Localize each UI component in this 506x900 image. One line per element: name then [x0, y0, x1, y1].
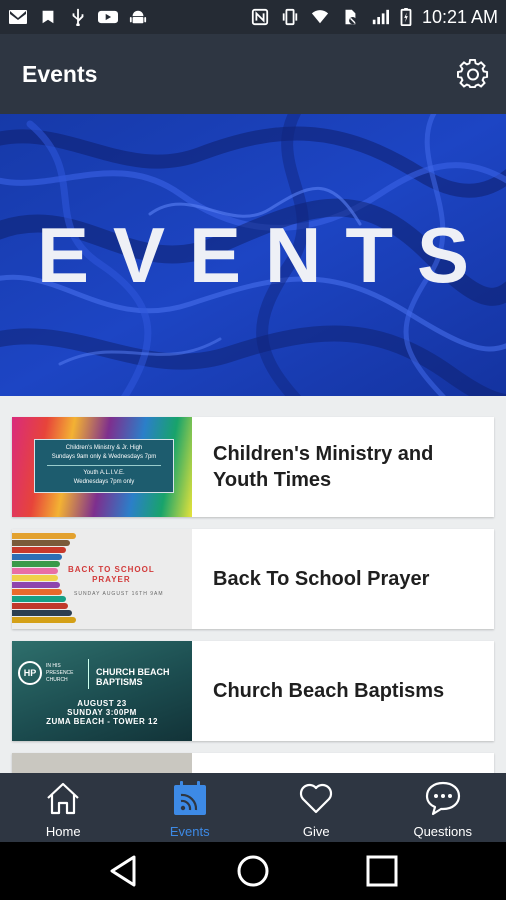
church-name: IN HIS PRESENCE CHURCH [46, 663, 74, 683]
back-triangle-icon [110, 855, 136, 887]
calendar-icon [173, 781, 206, 815]
event-thumbnail: HP IN HIS PRESENCE CHURCH CHURCH BEACH B… [12, 641, 192, 741]
wifi-icon [310, 8, 330, 26]
android-icon [128, 8, 148, 26]
thumbnail-line: Youth A.L.I.V.E. [83, 470, 125, 476]
settings-button[interactable] [456, 57, 490, 91]
event-title: Children's Ministry and Youth Times [213, 443, 434, 491]
nfc-icon [250, 8, 270, 26]
recents-button[interactable] [362, 851, 402, 891]
maps-icon [38, 8, 58, 26]
event-title: Back To School Prayer [213, 568, 430, 590]
nav-label: Questions [413, 824, 473, 839]
thumbnail-heading: BACK TO SCHOOL PRAYER [68, 565, 155, 584]
event-card-back-to-school[interactable]: BACK TO SCHOOL PRAYER SUNDAY AUGUST 16TH… [12, 529, 494, 629]
nav-give[interactable]: Give [253, 773, 380, 842]
thumbnail-line: Children's Ministry & Jr. High [65, 445, 143, 451]
signal-icon [370, 8, 390, 26]
events-banner: EVENTS [0, 114, 506, 396]
home-circle-icon [237, 855, 269, 887]
bottom-nav: Home Events Give Questions [0, 773, 506, 842]
no-sim-icon [340, 8, 360, 26]
gear-icon [457, 58, 489, 89]
status-right-icons: 10:21 AM [250, 7, 498, 28]
nav-label: Events [169, 824, 210, 839]
battery-icon [400, 8, 412, 26]
home-system-button[interactable] [233, 851, 273, 891]
nav-questions[interactable]: Questions [380, 773, 506, 842]
banner-title: EVENTS [36, 210, 494, 299]
app-bar: Events [0, 34, 506, 114]
event-card-beach-baptisms[interactable]: HP IN HIS PRESENCE CHURCH CHURCH BEACH B… [12, 641, 494, 741]
thumbnail-line: Wednesdays 7pm only [73, 479, 135, 485]
status-time: 10:21 AM [421, 6, 498, 27]
nav-label: Give [302, 824, 330, 839]
event-thumbnail: Children's Ministry & Jr. High Sundays 9… [12, 417, 192, 517]
system-nav-bar [0, 842, 506, 900]
gmail-icon [8, 8, 28, 26]
nav-home[interactable]: Home [0, 773, 127, 842]
usb-icon [68, 8, 88, 26]
event-card-partial[interactable] [12, 753, 494, 773]
status-left-icons [8, 8, 148, 26]
status-bar: 10:21 AM [0, 0, 506, 34]
event-thumbnail: BACK TO SCHOOL PRAYER SUNDAY AUGUST 16TH… [12, 529, 192, 629]
nav-label: Home [45, 824, 81, 839]
event-thumbnail [12, 753, 192, 773]
thumbnail-text-box: Children's Ministry & Jr. High Sundays 9… [34, 439, 174, 493]
event-title: Church Beach Baptisms [213, 680, 445, 702]
thumbnail-heading: CHURCH BEACH BAPTISMS [96, 667, 170, 687]
recents-square-icon [366, 855, 398, 887]
home-icon [47, 782, 80, 815]
youtube-icon [98, 8, 118, 26]
nav-events[interactable]: Events [127, 773, 254, 842]
thumbnail-line: Sundays 9am only & Wednesdays 7pm [51, 454, 157, 460]
back-button[interactable] [104, 851, 144, 891]
heart-icon [300, 783, 333, 814]
thumbnail-subtext: SUNDAY AUGUST 16TH 9AM [74, 591, 164, 597]
events-list: Children's Ministry & Jr. High Sundays 9… [0, 396, 506, 773]
chat-bubble-icon [425, 781, 460, 816]
page-title: Events [22, 60, 98, 87]
church-logo: HP [18, 661, 42, 685]
vibrate-icon [280, 8, 300, 26]
event-card-childrens-ministry[interactable]: Children's Ministry & Jr. High Sundays 9… [12, 417, 494, 517]
thumbnail-date: AUGUST 23 SUNDAY 3:00PM ZUMA BEACH - TOW… [46, 699, 158, 726]
